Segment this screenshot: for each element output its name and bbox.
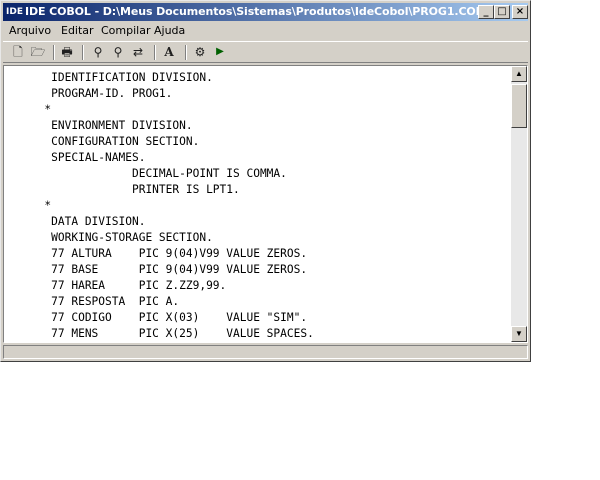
menu-ajuda[interactable]: Ajuda — [154, 24, 185, 38]
scroll-thumb[interactable] — [511, 84, 527, 128]
code-line[interactable]: IDENTIFICATION DIVISION. — [4, 70, 213, 86]
font-icon[interactable]: A — [160, 44, 178, 60]
status-bar — [3, 345, 528, 359]
code-line[interactable]: WORKING-STORAGE SECTION. — [4, 230, 213, 246]
menu-arquivo[interactable]: Arquivo — [9, 24, 51, 38]
code-line[interactable]: CONFIGURATION SECTION. — [4, 134, 199, 150]
toolbar-separator — [154, 45, 156, 60]
code-text-area[interactable]: IDENTIFICATION DIVISION. PROGRAM-ID. PRO… — [4, 66, 509, 342]
menu-editar[interactable]: Editar — [61, 24, 94, 38]
code-line[interactable]: 77 RESPOSTA PIC A. — [4, 294, 179, 310]
maximize-button[interactable]: □ — [494, 5, 510, 19]
open-file-icon[interactable]: 🗁 — [29, 44, 47, 60]
replace-icon[interactable]: ⇄ — [129, 44, 147, 60]
code-line[interactable]: PROGRAM-ID. PROG1. — [4, 86, 172, 102]
app-icon: IDE — [6, 7, 23, 17]
run-icon[interactable]: ▶ — [211, 44, 229, 60]
compile-icon[interactable]: ⚙ — [191, 44, 209, 60]
code-line[interactable]: PRINTER IS LPT1. — [4, 182, 240, 198]
menu-bar: Arquivo Editar Compilar Ajuda — [3, 22, 528, 40]
code-line[interactable]: 77 CODIGO PIC X(03) VALUE "SIM". — [4, 310, 307, 326]
toolbar-separator — [185, 45, 187, 60]
code-line[interactable]: 77 ALTURA PIC 9(04)V99 VALUE ZEROS. — [4, 246, 307, 262]
new-file-icon[interactable]: 🗋 — [9, 44, 27, 60]
close-button[interactable]: × — [512, 5, 528, 19]
code-line[interactable]: ENVIRONMENT DIVISION. — [4, 118, 192, 134]
code-editor[interactable]: IDENTIFICATION DIVISION. PROGRAM-ID. PRO… — [3, 65, 528, 343]
code-line[interactable]: * — [4, 102, 51, 118]
ide-window: IDE IDE COBOL - D:\Meus Documentos\Siste… — [0, 0, 531, 362]
window-title: IDE COBOL - D:\Meus Documentos\Sistemas\… — [25, 5, 484, 18]
vertical-scrollbar[interactable]: ▲ ▼ — [511, 66, 527, 342]
code-line[interactable]: * — [4, 198, 51, 214]
code-line[interactable]: DATA DIVISION. — [4, 214, 145, 230]
code-line[interactable]: DECIMAL-POINT IS COMMA. — [4, 166, 287, 182]
minimize-button[interactable]: _ — [478, 5, 494, 19]
code-line[interactable]: SPECIAL-NAMES. — [4, 150, 145, 166]
toolbar-separator — [82, 45, 84, 60]
code-line[interactable]: 77 BASE PIC 9(04)V99 VALUE ZEROS. — [4, 262, 307, 278]
find-icon[interactable]: ⚲ — [89, 44, 107, 60]
toolbar: 🗋 🗁 🖶 ⚲ ⚲ ⇄ A ⚙ ▶ — [3, 41, 528, 63]
menu-compilar[interactable]: Compilar — [101, 24, 150, 38]
scroll-down-button[interactable]: ▼ — [511, 326, 527, 342]
scroll-up-button[interactable]: ▲ — [511, 66, 527, 82]
code-line[interactable]: 77 MENS PIC X(25) VALUE SPACES. — [4, 326, 314, 342]
find-next-icon[interactable]: ⚲ — [109, 44, 127, 60]
title-bar[interactable]: IDE IDE COBOL - D:\Meus Documentos\Siste… — [3, 3, 528, 21]
code-line[interactable]: 77 HAREA PIC Z.ZZ9,99. — [4, 278, 226, 294]
print-icon[interactable]: 🖶 — [58, 44, 76, 60]
toolbar-separator — [53, 45, 55, 60]
